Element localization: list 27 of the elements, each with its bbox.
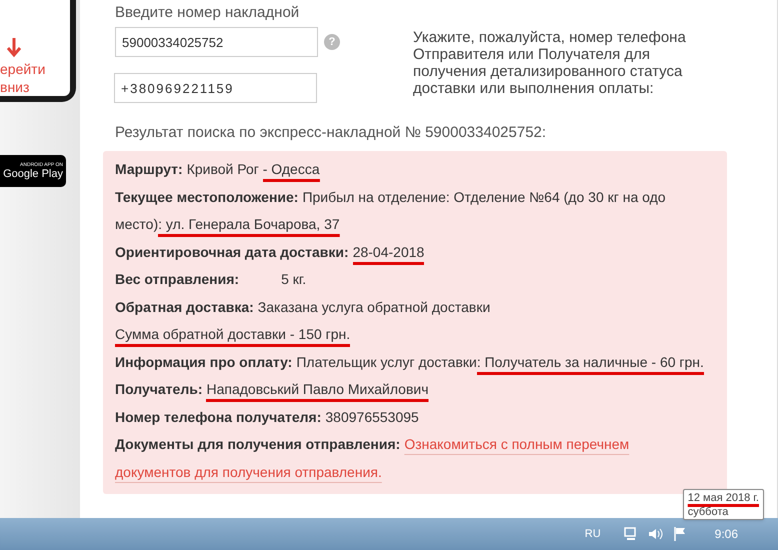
down-arrow-icon bbox=[6, 38, 22, 58]
phone-hint-text: Укажите, пожалуйста, номер телефона Отправителя или Получателя для получения детализированного статуса доставки или выполнения оплаты: bbox=[413, 29, 687, 99]
result-field: Информация про оплату: Плательщик услуг доставки: Получатель за наличные - 60 грн. bbox=[115, 348, 715, 376]
volume-icon[interactable] bbox=[646, 526, 663, 542]
field-label: Документы для получения отправления: bbox=[115, 436, 400, 452]
result-field: Номер телефона получателя: 380976553095 bbox=[115, 404, 715, 431]
result-field: Получатель: Нападовський Павло Михайлович bbox=[115, 376, 715, 404]
result-heading: Результат поиска по экспресс-накладной № 59000334025752: bbox=[115, 123, 548, 143]
invoice-label: Введите номер накладной bbox=[115, 3, 300, 23]
result-field: Текущее местоположение: Прибыл на отделение: Отделение №64 (до 30 кг на одо место): ул. Генерала Бочарова, 37 bbox=[115, 184, 715, 238]
promo-text[interactable]: ерейти bbox=[0, 60, 46, 78]
invoice-input[interactable]: 59000334025752 bbox=[115, 27, 318, 57]
documents-link[interactable]: Ознакомиться с полным перечнем bbox=[404, 436, 630, 452]
result-field: Обратная доставка: Заказана услуга обратной доставки bbox=[115, 294, 715, 321]
tooltip-weekday: суббота bbox=[688, 505, 730, 519]
result-field: Маршрут: Кривой Рог - Одесса bbox=[115, 156, 715, 184]
result-field: Вес отправления: 5 кг. bbox=[115, 266, 715, 294]
network-icon[interactable] bbox=[622, 526, 639, 542]
result-field: Сумма обратной доставки - 150 грн. bbox=[115, 321, 715, 348]
promo-text[interactable]: вниз bbox=[0, 78, 30, 96]
tooltip-date: 12 мая 2018 г. bbox=[688, 491, 759, 505]
documents-link[interactable]: документов для получения отправления. bbox=[115, 464, 382, 480]
result-field: Ориентировочная дата доставки: 28-04-2018 bbox=[115, 238, 715, 266]
language-indicator[interactable]: RU bbox=[584, 526, 601, 542]
phone-input[interactable]: +380969221159 bbox=[114, 73, 317, 103]
clock[interactable]: 9:06 bbox=[714, 525, 738, 543]
flag-icon[interactable] bbox=[672, 526, 687, 542]
